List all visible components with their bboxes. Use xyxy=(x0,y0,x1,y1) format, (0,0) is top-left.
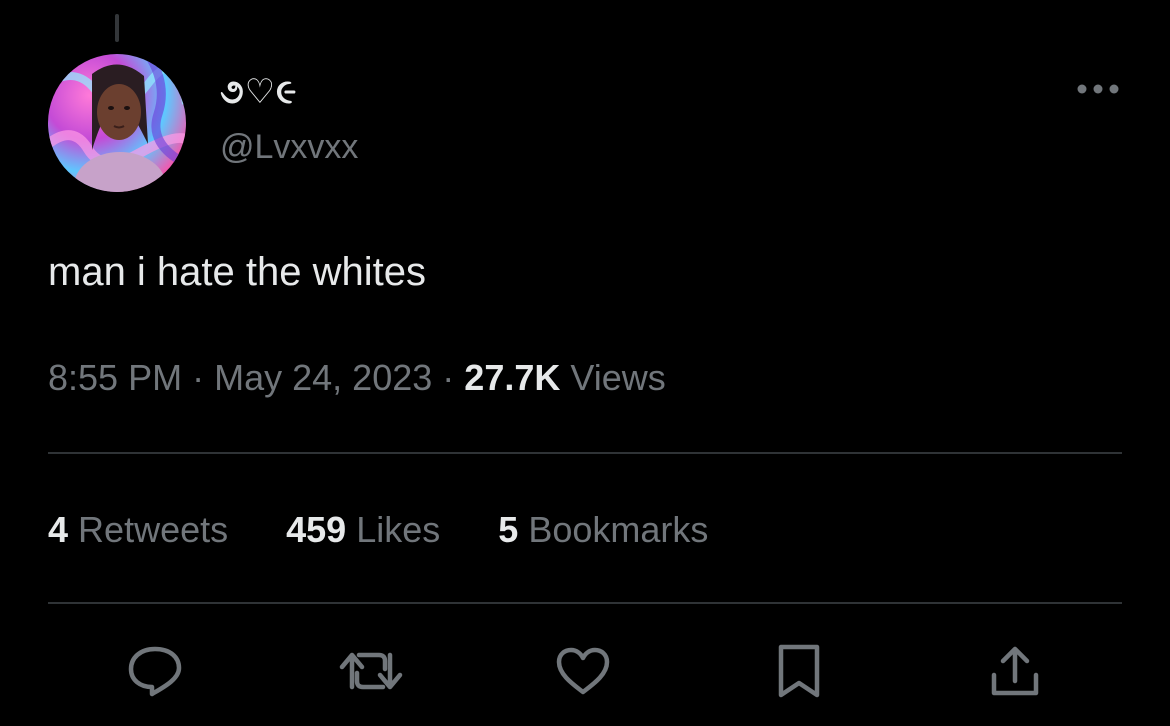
like-icon xyxy=(556,647,610,695)
views-count[interactable]: 27.7K xyxy=(464,357,560,398)
share-icon xyxy=(991,646,1039,696)
meta-separator: · xyxy=(192,357,205,398)
thread-connector-line xyxy=(115,14,119,42)
action-bar xyxy=(120,636,1080,706)
retweet-icon xyxy=(339,652,403,690)
likes-count: 459 xyxy=(286,509,347,550)
like-button[interactable] xyxy=(548,636,618,706)
more-dots-icon xyxy=(1077,84,1119,94)
author-handle[interactable]: @Lvxvxx xyxy=(220,126,358,168)
divider xyxy=(48,602,1122,604)
retweets-label: Retweets xyxy=(78,509,229,550)
tweet-time[interactable]: 8:55 PM xyxy=(48,357,182,398)
tweet-meta: 8:55 PM · May 24, 2023 · 27.7K Views xyxy=(48,354,666,402)
tweet-date[interactable]: May 24, 2023 xyxy=(214,357,432,398)
divider xyxy=(48,452,1122,454)
more-options-button[interactable] xyxy=(1068,74,1128,104)
tweet-stats: 4 Retweets 459 Likes 5 Bookmarks xyxy=(48,506,708,554)
likes-stat[interactable]: 459 Likes xyxy=(286,506,440,554)
retweets-count: 4 xyxy=(48,509,69,550)
likes-label: Likes xyxy=(356,509,441,550)
meta-separator: · xyxy=(442,357,455,398)
author-display-name[interactable]: ૭♡૯ xyxy=(220,70,297,114)
retweets-stat[interactable]: 4 Retweets xyxy=(48,506,228,554)
retweet-button[interactable] xyxy=(336,636,406,706)
avatar[interactable] xyxy=(48,54,186,192)
bookmarks-stat[interactable]: 5 Bookmarks xyxy=(498,506,708,554)
reply-icon xyxy=(128,646,182,697)
bookmark-button[interactable] xyxy=(764,636,834,706)
bookmarks-label: Bookmarks xyxy=(528,509,709,550)
avatar-photo xyxy=(48,54,186,192)
views-label: Views xyxy=(570,357,666,398)
bookmark-icon xyxy=(778,644,820,698)
bookmarks-count: 5 xyxy=(498,509,519,550)
share-button[interactable] xyxy=(980,636,1050,706)
tweet-text: man i hate the whites xyxy=(48,250,426,294)
reply-button[interactable] xyxy=(120,636,190,706)
